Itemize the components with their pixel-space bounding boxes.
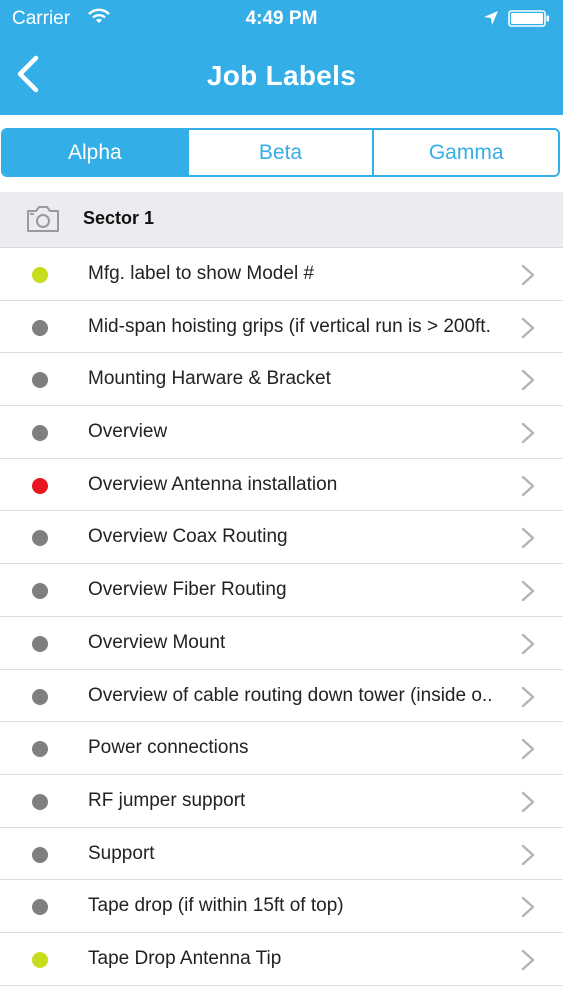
chevron-right-icon (521, 897, 535, 918)
list-item-label: Overview of cable routing down tower (in… (88, 684, 493, 706)
camera-icon[interactable] (25, 205, 61, 233)
list-item[interactable]: Overview of cable routing down tower (in… (0, 669, 563, 723)
status-dot-icon (32, 477, 48, 494)
list-item[interactable]: Tape Drop Antenna Tip (0, 932, 563, 986)
list-item-label: Mid-span hoisting grips (if vertical run… (88, 315, 491, 337)
chevron-right-icon (521, 264, 535, 286)
header: Carrier 4:49 PM Job Labels (0, 0, 563, 115)
chevron-right-icon (521, 791, 535, 813)
chevron-right-icon (521, 528, 535, 549)
chevron-right-icon (521, 422, 535, 444)
status-dot-icon (32, 425, 48, 442)
list-item-label: RF jumper support (88, 789, 246, 811)
chevron-right-icon (521, 475, 535, 496)
list-item[interactable]: Support (0, 827, 563, 881)
chevron-right-icon (521, 317, 535, 338)
segment-beta[interactable]: Beta (186, 130, 373, 175)
list-item-label: Power connections (88, 737, 249, 759)
chevron-right-icon (521, 949, 535, 971)
list-item-label: Tape Drop Antenna Tip (88, 947, 282, 969)
status-dot-icon (32, 899, 48, 916)
status-dot-icon (32, 846, 48, 863)
segment-bar: Alpha Beta Gamma (0, 115, 563, 192)
section-title: Sector 1 (83, 208, 155, 228)
status-dot-icon (32, 635, 48, 652)
segment-alpha[interactable]: Alpha (3, 130, 187, 175)
job-label-list: Mfg. label to show Model # Mid-span hoist… (0, 248, 563, 986)
chevron-right-icon (521, 686, 535, 707)
section-header: Sector 1 (0, 192, 563, 248)
list-item-label: Support (88, 842, 155, 864)
list-item-label: Overview Mount (88, 631, 226, 653)
list-item-label: Mounting Harware & Bracket (88, 368, 331, 390)
chevron-right-icon (521, 844, 535, 865)
battery-icon (508, 10, 549, 27)
chevron-right-icon (521, 738, 535, 760)
chevron-right-icon (521, 580, 535, 602)
status-dot-icon (32, 267, 48, 283)
status-dot-icon (32, 951, 48, 968)
status-dot-icon (32, 741, 48, 758)
list-item-label: Tape drop (if within 15ft of top) (88, 895, 344, 917)
list-item[interactable]: Overview Coax Routing (0, 511, 563, 565)
list-item[interactable]: Tape drop (if within 15ft of top) (0, 880, 563, 933)
segment-gamma[interactable]: Gamma (372, 130, 558, 175)
segmented-control: Alpha Beta Gamma (1, 128, 560, 177)
status-dot-icon (32, 530, 48, 547)
list-item-label: Overview Coax Routing (88, 526, 288, 548)
list-item[interactable]: Power connections (0, 722, 563, 775)
status-dot-icon (32, 688, 48, 705)
list-item[interactable]: Overview Mount (0, 616, 563, 670)
list-item-label: Overview Fiber Routing (88, 579, 287, 601)
list-item-label: Mfg. label to show Model # (88, 263, 315, 284)
status-bar: Carrier 4:49 PM (0, 0, 563, 36)
list-item[interactable]: RF jumper support (0, 774, 563, 828)
list-item[interactable]: Overview Antenna installation (0, 458, 563, 512)
status-dot-icon (32, 319, 48, 336)
chevron-right-icon (521, 633, 535, 655)
location-arrow-icon (484, 11, 498, 25)
nav-bar: Job Labels (0, 36, 563, 115)
list-item-label: Overview (88, 421, 168, 443)
list-item[interactable]: Mid-span hoisting grips (if vertical run… (0, 300, 563, 354)
list-item[interactable]: Overview Fiber Routing (0, 564, 563, 617)
list-item-label: Overview Antenna installation (88, 473, 338, 495)
chevron-right-icon (521, 370, 535, 391)
status-time: 4:49 PM (245, 8, 318, 29)
status-dot-icon (32, 793, 48, 810)
page-title: Job Labels (206, 60, 357, 91)
list-item[interactable]: Mfg. label to show Model # (0, 248, 563, 301)
list-item[interactable]: Mounting Harware & Bracket (0, 353, 563, 407)
list-item[interactable]: Overview (0, 406, 563, 459)
status-dot-icon (32, 583, 48, 600)
status-dot-icon (32, 372, 48, 389)
